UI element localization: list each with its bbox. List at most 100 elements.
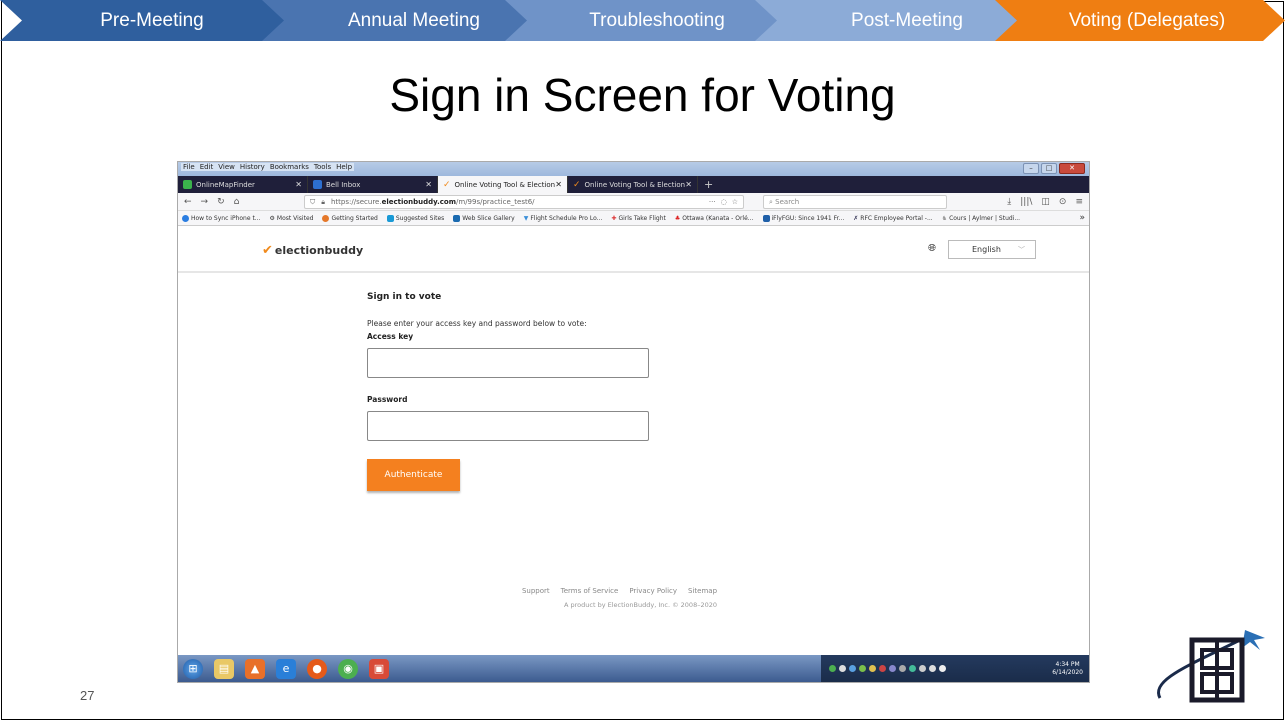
- footer-link-terms[interactable]: Terms of Service: [561, 587, 619, 595]
- bookmark-item[interactable]: How to Sync iPhone t...: [182, 214, 261, 222]
- bookmark-item[interactable]: Suggested Sites: [386, 214, 444, 222]
- volume-icon[interactable]: [939, 665, 946, 672]
- bookmark-item[interactable]: ♞ Cours | Aylmer | Studi...: [942, 215, 1020, 222]
- library-icon[interactable]: |||\: [1020, 197, 1032, 207]
- tray-icon[interactable]: [859, 665, 866, 672]
- tray-icon[interactable]: [879, 665, 886, 672]
- back-icon[interactable]: ←: [184, 197, 192, 207]
- firefox-taskbar-icon[interactable]: ●: [307, 658, 327, 679]
- close-tab-icon[interactable]: ✕: [685, 180, 692, 189]
- home-icon[interactable]: ⌂: [234, 197, 240, 207]
- network-icon[interactable]: [929, 665, 936, 672]
- browser-screenshot: File Edit View History Bookmarks Tools H…: [177, 161, 1090, 683]
- search-input[interactable]: ⌕ Search: [763, 195, 947, 209]
- electionbuddy-icon: ✓: [573, 179, 581, 190]
- chrome-icon[interactable]: ◉: [338, 658, 358, 679]
- tray-icon[interactable]: [909, 665, 916, 672]
- step-pre-meeting[interactable]: Pre-Meeting: [0, 0, 290, 41]
- tab-bar: OnlineMapFinder ✕ Bell Inbox ✕ ✓ Online …: [178, 176, 1089, 193]
- tray-icon[interactable]: [899, 665, 906, 672]
- tray-icon[interactable]: [869, 665, 876, 672]
- tray-icon[interactable]: [839, 665, 846, 672]
- bookmark-star-icon[interactable]: ☆: [732, 198, 738, 206]
- footer-link-privacy[interactable]: Privacy Policy: [629, 587, 677, 595]
- bookmark-item[interactable]: ♣ Ottawa (Kanata - Orlé...: [675, 215, 754, 222]
- organization-logo-icon: [1157, 630, 1265, 703]
- bookmark-item[interactable]: Web Slice Gallery: [453, 214, 515, 222]
- close-tab-icon[interactable]: ✕: [555, 180, 562, 189]
- close-window-button[interactable]: ✕: [1059, 163, 1085, 174]
- forward-icon[interactable]: →: [201, 197, 209, 207]
- url-bar[interactable]: ⛉ 🔒︎ https://secure.electionbuddy.com/m/…: [304, 195, 744, 209]
- internet-explorer-icon[interactable]: e: [276, 658, 296, 679]
- step-post-meeting[interactable]: Post-Meeting: [755, 0, 1045, 41]
- vlc-icon[interactable]: ▲: [245, 658, 265, 679]
- tab-label: Bell Inbox: [326, 180, 361, 189]
- electionbuddy-icon: ✓: [443, 179, 451, 190]
- tab-online-voting[interactable]: ✓ Online Voting Tool & Election ✕: [568, 176, 698, 193]
- clock-date: 6/14/2020: [1052, 668, 1083, 676]
- account-icon[interactable]: ⊙: [1059, 197, 1067, 207]
- globe-icon: 🌐︎: [928, 243, 936, 254]
- new-tab-button[interactable]: +: [698, 176, 719, 193]
- tab-bell-inbox[interactable]: Bell Inbox ✕: [308, 176, 438, 193]
- tray-icon[interactable]: [919, 665, 926, 672]
- tab-label: Online Voting Tool & Election: [584, 180, 686, 189]
- chevron-down-icon: ﹀: [1018, 245, 1025, 254]
- cross-icon: ✚: [611, 214, 617, 222]
- step-annual-meeting[interactable]: Annual Meeting: [262, 0, 552, 41]
- app-icon[interactable]: ▣: [369, 658, 389, 679]
- bookmark-item[interactable]: ▼ Flight Schedule Pro Lo...: [524, 215, 603, 222]
- menu-edit[interactable]: Edit: [200, 163, 214, 171]
- more-icon[interactable]: ···: [709, 198, 716, 206]
- menu-file[interactable]: File: [183, 163, 195, 171]
- menu-tools[interactable]: Tools: [314, 163, 331, 171]
- taskbar-clock[interactable]: 4:34 PM 6/14/2020: [1052, 661, 1083, 677]
- password-input[interactable]: [367, 411, 649, 441]
- tab-online-voting-active[interactable]: ✓ Online Voting Tool & Election ✕: [438, 176, 568, 193]
- bookmark-item[interactable]: ✗ RFC Employee Portal -...: [853, 215, 932, 222]
- pocket-icon[interactable]: ◌: [721, 198, 727, 206]
- window-titlebar: File Edit View History Bookmarks Tools H…: [178, 162, 1089, 176]
- tray-icon[interactable]: [889, 665, 896, 672]
- slide-title: Sign in Screen for Voting: [389, 69, 896, 121]
- tab-onlinemapfinder[interactable]: OnlineMapFinder ✕: [178, 176, 308, 193]
- menu-bookmarks[interactable]: Bookmarks: [270, 163, 309, 171]
- start-button-icon[interactable]: ⊞: [183, 658, 203, 679]
- footer-link-sitemap[interactable]: Sitemap: [688, 587, 717, 595]
- step-voting-delegates[interactable]: Voting (Delegates): [995, 0, 1285, 41]
- file-explorer-icon[interactable]: ▤: [214, 658, 234, 679]
- close-tab-icon[interactable]: ✕: [295, 180, 302, 189]
- tray-icon[interactable]: [849, 665, 856, 672]
- site-logo[interactable]: ✔ electionbuddy: [262, 243, 363, 258]
- close-tab-icon[interactable]: ✕: [425, 180, 432, 189]
- mail-icon: [313, 180, 322, 189]
- tab-label: OnlineMapFinder: [196, 180, 255, 189]
- footer-link-support[interactable]: Support: [522, 587, 550, 595]
- tray-icon[interactable]: [829, 665, 836, 672]
- flight-icon: ▼: [523, 214, 529, 222]
- menu-view[interactable]: View: [218, 163, 235, 171]
- hamburger-menu-icon[interactable]: ≡: [1075, 197, 1083, 207]
- authenticate-button[interactable]: Authenticate: [367, 459, 460, 491]
- language-select[interactable]: English ﹀: [948, 240, 1036, 259]
- iflyfgu-icon: [762, 214, 770, 222]
- reload-icon[interactable]: ↻: [217, 197, 225, 207]
- maximize-button[interactable]: □: [1041, 163, 1057, 174]
- bookmark-item[interactable]: ✚ Girls Take Flight: [611, 215, 665, 222]
- step-troubleshooting[interactable]: Troubleshooting: [505, 0, 795, 41]
- access-key-input[interactable]: [367, 348, 649, 378]
- bookmark-item[interactable]: ⚙ Most Visited: [270, 215, 314, 222]
- sidebar-icon[interactable]: ◫: [1041, 197, 1050, 207]
- bookmark-item[interactable]: Getting Started: [322, 214, 378, 222]
- minimize-button[interactable]: –: [1023, 163, 1039, 174]
- menu-help[interactable]: Help: [336, 163, 352, 171]
- downloads-icon[interactable]: ⤓: [1007, 197, 1011, 207]
- clock-time: 4:34 PM: [1055, 660, 1080, 668]
- access-key-label: Access key: [367, 332, 414, 341]
- site-footer: Support Terms of Service Privacy Policy …: [178, 587, 1089, 609]
- bookmark-item[interactable]: iFlyFGU: Since 1941 Fr...: [762, 214, 844, 222]
- menu-history[interactable]: History: [240, 163, 265, 171]
- overflow-chevron-icon[interactable]: »: [1079, 213, 1085, 223]
- web-page: ✔ electionbuddy 🌐︎ English ﹀ Sign in to vo…: [178, 227, 1089, 657]
